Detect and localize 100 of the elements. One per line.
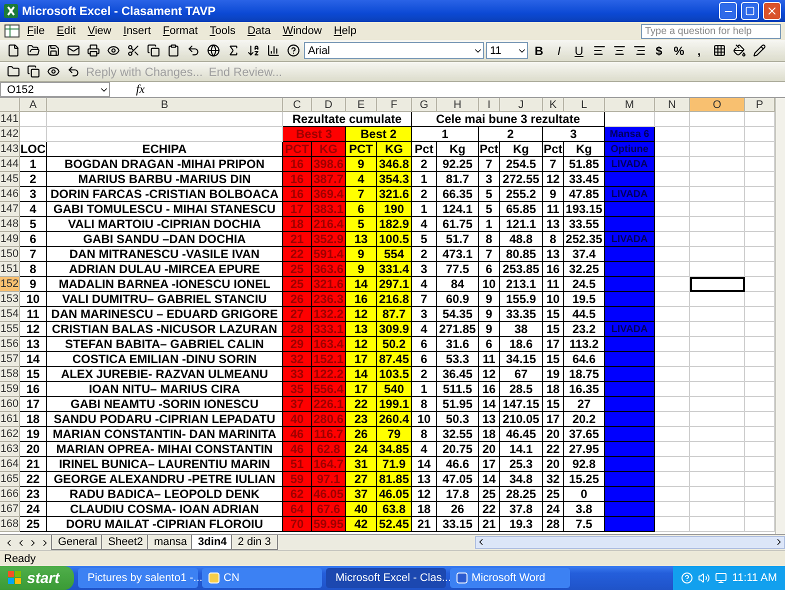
row-header[interactable]: 164 [0,457,20,472]
table-cell: 16 [479,382,500,397]
taskbar-item[interactable]: Microsoft Word [450,568,570,588]
undo-icon [186,44,200,57]
row-header[interactable]: 155 [0,322,20,337]
row-header[interactable]: 160 [0,397,20,412]
row-header[interactable]: 152 [0,277,20,292]
row-header[interactable]: 159 [0,382,20,397]
style-button[interactable]: U [570,42,588,60]
table-cell: 4 [412,217,437,232]
row-header[interactable]: 162 [0,427,20,442]
table-cell: DAN MITRANESCU -VASILE IVAN [47,247,283,262]
row-header[interactable]: 158 [0,367,20,382]
font-dropdown[interactable]: Arial [304,42,484,59]
number-format-button[interactable]: $ [650,42,668,60]
column-header[interactable]: K [543,98,564,112]
row-header[interactable]: 166 [0,487,20,502]
menu-item[interactable]: Window [278,25,327,37]
row-header[interactable]: 142 [0,127,20,142]
table-cell: 18.6 [500,337,543,352]
table-cell: 92.25 [437,157,479,172]
menu-item[interactable]: Data [242,25,276,37]
row-header[interactable]: 156 [0,337,20,352]
row-header[interactable]: 161 [0,412,20,427]
style-button[interactable]: B [530,42,548,60]
table-cell: 32.55 [437,427,479,442]
column-header[interactable]: O [690,98,745,112]
menu-item[interactable]: View [82,25,116,37]
table-cell [605,367,655,382]
vertical-scrollbar[interactable] [775,98,785,534]
column-header[interactable]: L [564,98,605,112]
table-cell: 23 [346,412,377,427]
function-button[interactable]: fx [136,82,145,97]
workbook-icon [4,24,20,38]
table-cell [605,277,655,292]
row-header[interactable]: 165 [0,472,20,487]
column-header[interactable]: I [479,98,500,112]
row-header[interactable]: 150 [0,247,20,262]
column-header[interactable]: A [20,98,47,112]
column-header[interactable]: N [655,98,690,112]
name-box[interactable]: O152 [0,82,110,97]
borders-icon [712,44,726,57]
row-header[interactable]: 151 [0,262,20,277]
column-header[interactable]: J [500,98,543,112]
row-header[interactable]: 163 [0,442,20,457]
table-cell: 17 [346,352,377,367]
number-format-button[interactable]: % [670,42,688,60]
table-cell: 40 [283,412,312,427]
column-header[interactable]: H [437,98,479,112]
close-button[interactable] [763,2,781,20]
column-header[interactable]: G [412,98,437,112]
column-header[interactable]: F [377,98,412,112]
row-header[interactable]: 154 [0,307,20,322]
column-header[interactable]: D [312,98,346,112]
table-cell: 252.35 [564,232,605,247]
active-cell[interactable] [690,277,745,292]
row-header[interactable]: 145 [0,172,20,187]
menu-item[interactable]: Format [158,25,203,37]
table-cell: 34.85 [377,442,412,457]
menu-item[interactable]: File [22,25,50,37]
row-header[interactable]: 141 [0,112,20,127]
table-cell: 9 [543,187,564,202]
table-cell: 540 [377,382,412,397]
number-format-button[interactable]: , [690,42,708,60]
row-header[interactable]: 167 [0,502,20,517]
row-header[interactable]: 149 [0,232,20,247]
table-cell: LIVADA [605,157,655,172]
table-cell: 64.6 [564,352,605,367]
font-size-dropdown[interactable]: 11 [486,42,528,59]
column-header[interactable]: B [47,98,283,112]
sheet-tab[interactable]: 2 din 3 [230,535,278,550]
row-header[interactable]: 144 [0,157,20,172]
style-button[interactable]: I [550,42,568,60]
horizontal-scrollbar[interactable] [475,536,785,549]
network-icon[interactable] [715,572,728,584]
table-cell: 17 [543,412,564,427]
row-header[interactable]: 148 [0,217,20,232]
help-search-field[interactable]: Type a question for help [641,24,781,38]
menu-item[interactable]: Tools [204,25,240,37]
maximize-button[interactable] [741,2,759,20]
menu-item[interactable]: Insert [118,25,156,37]
speaker-icon[interactable] [698,572,710,584]
sheet-tab[interactable]: 3din4 [191,535,234,550]
table-cell: 22 [283,247,312,262]
column-header[interactable]: C [283,98,312,112]
row-header[interactable]: 143 [0,142,20,157]
table-cell: 27 [564,397,605,412]
row-header[interactable]: 157 [0,352,20,367]
column-header[interactable]: M [605,98,655,112]
column-header[interactable]: E [346,98,377,112]
menu-item[interactable]: Edit [52,25,81,37]
row-header[interactable]: 168 [0,517,20,532]
taskbar-item[interactable]: CN [202,568,322,588]
row-header[interactable]: 146 [0,187,20,202]
minimize-button[interactable] [719,2,737,20]
menu-item[interactable]: Help [328,25,362,37]
row-header[interactable]: 153 [0,292,20,307]
row-header[interactable]: 147 [0,202,20,217]
column-header[interactable]: P [745,98,775,112]
help-icon[interactable] [681,572,694,584]
